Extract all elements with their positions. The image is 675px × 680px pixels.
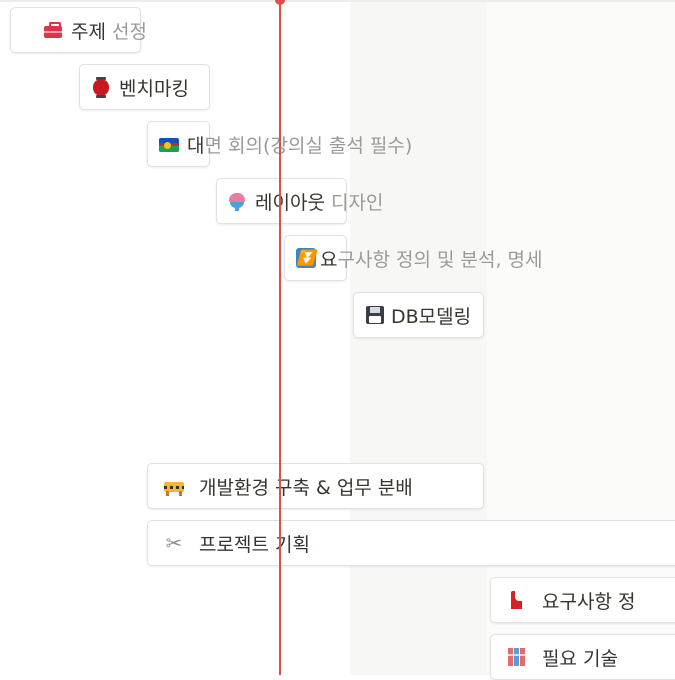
red-lantern-icon: [90, 76, 112, 98]
construction-icon: [163, 475, 185, 497]
item-title-overflow: 디자인: [324, 191, 384, 214]
timeline-item-topic[interactable]: 주제 선정: [42, 7, 147, 53]
shaved-ice-icon: [226, 190, 248, 212]
down-arrow-button-icon: ⏬: [296, 248, 316, 268]
item-title-overflow: 면 회의(강의실 출석 필수): [204, 134, 413, 157]
item-title-overflow: 구사항 정의 및 분석, 명세: [337, 248, 543, 271]
timeline-item-dev-env[interactable]: 개발환경 구축 & 업무 분배: [163, 463, 413, 509]
item-title: 요구사항 정: [542, 590, 636, 613]
item-title: 벤치마킹: [119, 77, 189, 100]
scissors-icon: ✂: [165, 531, 183, 555]
today-marker-line: [279, 0, 281, 675]
item-title: 레이아웃: [255, 191, 325, 214]
item-title: 개발환경 구축 & 업무 분배: [199, 476, 413, 499]
item-title: 대: [187, 134, 205, 157]
future-column-shade: [487, 2, 675, 675]
timeline-item-required-tech[interactable]: 필요 기술: [506, 634, 618, 680]
timeline-item-requirements-def[interactable]: 요구사항 정: [506, 577, 635, 623]
new-caledonia-flag-icon: [158, 133, 180, 155]
timeline-item-db-modeling[interactable]: DB모델링: [364, 292, 471, 338]
item-title-overflow: 선정: [105, 20, 147, 43]
item-title: 프로젝트 기획: [199, 533, 310, 556]
item-title: 주제: [71, 20, 106, 43]
item-title: DB모델링: [391, 305, 472, 328]
weekend-column-shade: [350, 2, 487, 675]
bookmark-icon: [506, 589, 528, 611]
item-title: 요: [320, 248, 338, 271]
timeline-item-layout[interactable]: 레이아웃 디자인: [226, 178, 383, 224]
today-marker-dot: [275, 0, 285, 5]
timeline-item-project-plan[interactable]: ✂ 프로젝트 기획: [163, 520, 310, 566]
books-icon: [506, 646, 528, 668]
item-title: 필요 기술: [542, 647, 618, 670]
toolbox-icon: [42, 19, 64, 41]
timeline-item-meeting[interactable]: 대면 회의(강의실 출석 필수): [158, 121, 412, 167]
timeline-item-benchmark[interactable]: 벤치마킹: [90, 64, 189, 110]
floppy-disk-icon: [364, 304, 386, 326]
timeline-item-requirements[interactable]: ⏬ 요구사항 정의 및 분석, 명세: [295, 235, 542, 281]
